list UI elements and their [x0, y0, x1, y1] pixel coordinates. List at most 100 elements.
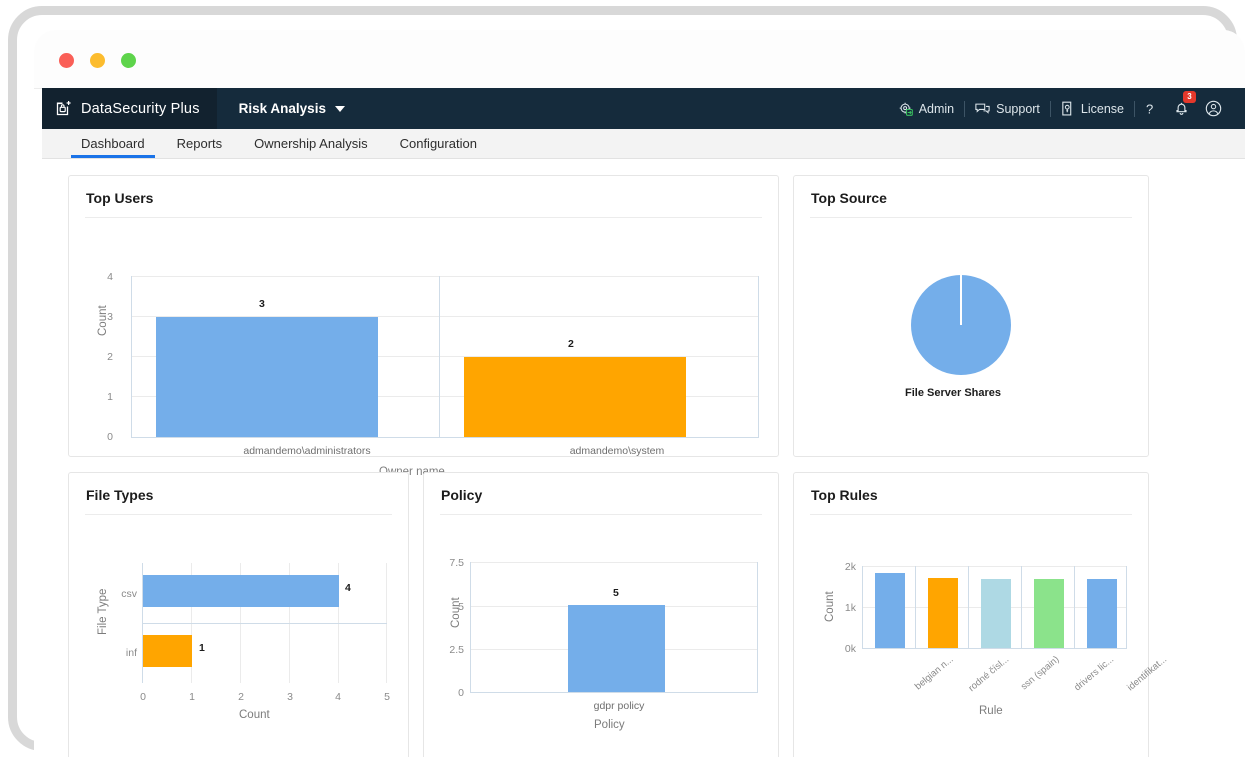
- x-category-label: gdpr policy: [593, 700, 645, 712]
- bar-admandemo-administrators[interactable]: [156, 317, 378, 437]
- navbar-right-group: Admin Support License ? 3: [889, 88, 1245, 129]
- minimize-window-button[interactable]: [90, 53, 105, 68]
- nav-license-label: License: [1080, 101, 1124, 116]
- policy-x-axis-title: Policy: [594, 719, 625, 731]
- bar-value: 5: [613, 587, 619, 599]
- x-category-label: rodné čísl...: [966, 654, 1012, 694]
- user-avatar-icon: [1205, 100, 1222, 117]
- bar-belgian-n[interactable]: [875, 573, 905, 648]
- bar-value: 1: [199, 642, 205, 654]
- window-titlebar: [34, 30, 1245, 89]
- device-frame: DataSecurity Plus Risk Analysis Admin Su…: [8, 6, 1245, 757]
- y-category-label: inf: [125, 647, 137, 659]
- bar-rodne-cisl[interactable]: [928, 578, 958, 648]
- gear-admin-icon: [899, 102, 913, 116]
- brand-title: DataSecurity Plus: [81, 100, 200, 117]
- category-separator: [142, 623, 387, 624]
- shield-lock-icon: [56, 101, 71, 116]
- module-label: Risk Analysis: [238, 101, 326, 116]
- x-category-label: admandemo\administrators: [243, 445, 371, 457]
- nav-support[interactable]: Support: [965, 102, 1050, 116]
- category-separator: [1074, 566, 1075, 649]
- main-tabstrip: Dashboard Reports Ownership Analysis Con…: [42, 129, 1245, 159]
- app-navbar: DataSecurity Plus Risk Analysis Admin Su…: [42, 88, 1245, 129]
- pie-slice-label: File Server Shares: [905, 387, 1002, 399]
- tab-ownership-analysis-label: Ownership Analysis: [254, 136, 368, 151]
- y-tick: 2: [107, 351, 113, 363]
- close-window-button[interactable]: [59, 53, 74, 68]
- x-category-label: drivers lic...: [1072, 654, 1117, 694]
- widget-policy: Policy Count 7.5 5 2.5 0 5 gdpr policy P…: [423, 472, 779, 757]
- bar-ssn-spain[interactable]: [981, 579, 1011, 648]
- maximize-window-button[interactable]: [121, 53, 136, 68]
- module-selector[interactable]: Risk Analysis: [217, 88, 345, 129]
- axis-end: [758, 276, 759, 438]
- bar-csv[interactable]: [143, 575, 339, 607]
- bar-drivers-lic[interactable]: [1034, 579, 1064, 648]
- widget-file-types-title: File Types: [86, 487, 154, 503]
- y-category-label: csv: [121, 588, 137, 600]
- traffic-lights: [59, 53, 136, 68]
- top-users-plot-area: 3 2: [131, 276, 759, 438]
- x-category-label: belgian n...: [912, 654, 956, 693]
- bar-inf[interactable]: [143, 635, 192, 667]
- x-tick: 2: [238, 691, 244, 703]
- category-separator: [1021, 566, 1022, 649]
- nav-support-label: Support: [996, 101, 1040, 116]
- y-axis: [470, 562, 471, 693]
- nav-admin[interactable]: Admin: [889, 102, 964, 116]
- y-axis: [862, 566, 863, 649]
- widget-top-rules-title: Top Rules: [811, 487, 878, 503]
- widget-top-users: Top Users Count 4 3 2 1 0 3 2 admandemo\…: [68, 175, 779, 478]
- y-tick: 4: [107, 271, 113, 283]
- y-tick: 0: [107, 431, 113, 443]
- y-tick: 1: [107, 391, 113, 403]
- widget-top-users-title: Top Users: [86, 190, 154, 206]
- app-window: DataSecurity Plus Risk Analysis Admin Su…: [34, 30, 1245, 757]
- x-axis: [131, 437, 759, 438]
- file-types-chart: File Type csv inf 4 1 0 1 2 3 4 5 Count: [69, 515, 408, 757]
- y-tick: 2k: [844, 561, 856, 573]
- gridline: [470, 562, 758, 563]
- gridline: [131, 276, 759, 277]
- top-rules-y-axis-title: Count: [824, 591, 836, 622]
- policy-plot-area: 5: [470, 562, 758, 693]
- x-tick: 0: [140, 691, 146, 703]
- tab-reports[interactable]: Reports: [161, 129, 239, 158]
- widget-top-source-title: Top Source: [811, 190, 887, 206]
- x-tick: 3: [287, 691, 293, 703]
- file-types-y-axis-title: File Type: [97, 588, 109, 635]
- bar-identifikat[interactable]: [1087, 579, 1117, 648]
- axis-end: [757, 562, 758, 693]
- y-tick: 0: [458, 687, 464, 699]
- tab-configuration[interactable]: Configuration: [384, 129, 493, 158]
- x-category-label: admandemo\system: [569, 445, 665, 457]
- user-account-button[interactable]: [1197, 100, 1230, 117]
- x-tick: 5: [384, 691, 390, 703]
- x-tick: 1: [189, 691, 195, 703]
- nav-admin-label: Admin: [918, 101, 955, 116]
- y-tick: 7.5: [449, 557, 464, 569]
- y-tick: 3: [107, 311, 113, 323]
- help-button[interactable]: ?: [1135, 101, 1166, 117]
- notifications-button[interactable]: 3: [1166, 90, 1197, 117]
- y-tick: 2.5: [449, 644, 464, 656]
- chat-support-icon: [975, 103, 990, 114]
- y-tick: 0k: [844, 643, 856, 655]
- y-tick: 1k: [844, 602, 856, 614]
- top-rules-plot-area: [862, 566, 1127, 649]
- bar-gdpr-policy[interactable]: [568, 605, 665, 692]
- svg-text:?: ?: [1146, 101, 1153, 116]
- widget-policy-title: Policy: [441, 487, 483, 503]
- widget-top-source: Top Source File Server Shares: [793, 175, 1149, 457]
- notification-count-badge: 3: [1183, 90, 1196, 103]
- category-separator: [439, 276, 440, 438]
- x-axis: [862, 648, 1127, 649]
- tab-ownership-analysis[interactable]: Ownership Analysis: [238, 129, 383, 158]
- chevron-down-icon: [334, 105, 345, 112]
- tab-dashboard[interactable]: Dashboard: [65, 129, 161, 158]
- nav-license[interactable]: License: [1051, 101, 1134, 116]
- top-rules-x-axis-title: Rule: [979, 705, 1003, 717]
- bar-admandemo-system[interactable]: [464, 357, 686, 437]
- brand-block[interactable]: DataSecurity Plus: [42, 88, 217, 129]
